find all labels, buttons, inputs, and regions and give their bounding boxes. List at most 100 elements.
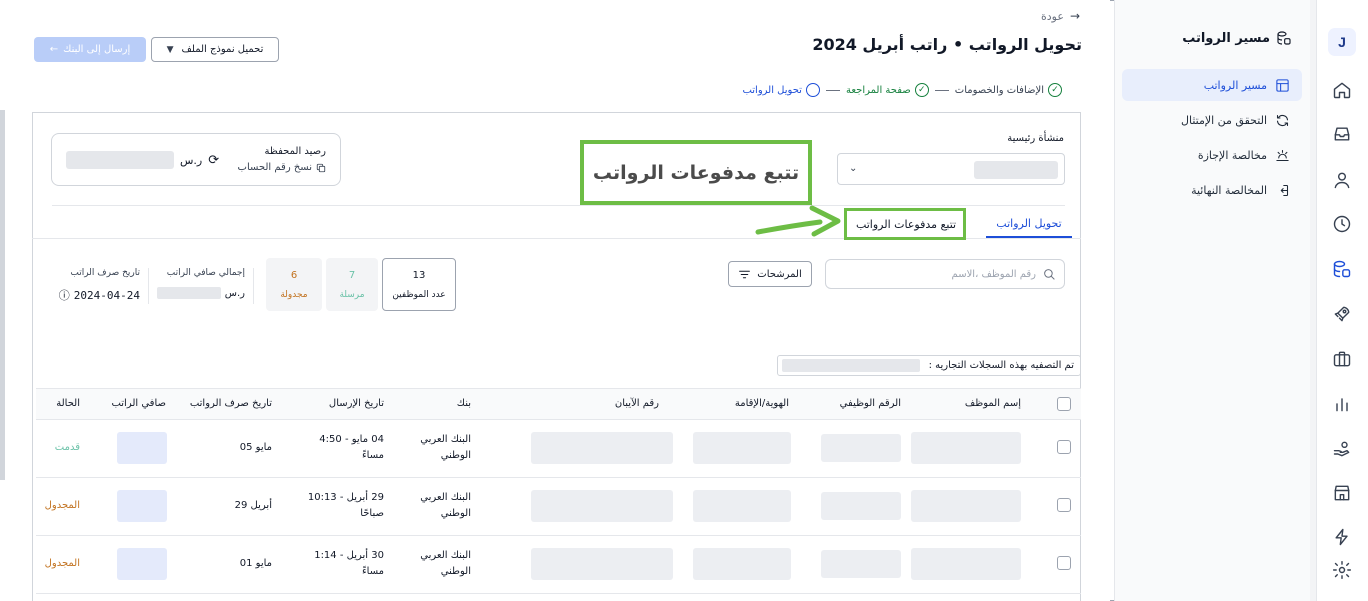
stat-sent[interactable]: 7 مرسلة <box>326 258 378 311</box>
sidebar-title: مسير الرواتب <box>1182 30 1292 46</box>
summary-net-salary: إجمالي صافي الراتب ر.س <box>148 268 254 304</box>
step-review[interactable]: ✓ صفحة المراجعة <box>846 83 929 97</box>
wallet-balance: ⟳ ر.س <box>66 151 219 169</box>
entity-select[interactable]: ⌄ <box>837 153 1065 185</box>
filter-icon <box>739 270 751 278</box>
select-all-checkbox[interactable] <box>1057 397 1071 411</box>
info-icon[interactable]: ⓘ <box>59 287 70 303</box>
row-checkbox[interactable] <box>1057 556 1071 570</box>
sidebar-item-payroll[interactable]: مسير الرواتب <box>1122 69 1302 101</box>
cr-filter-label: تم التصفيه بهذه السجلات التجاريه : <box>928 360 1074 371</box>
redacted-value <box>782 359 920 372</box>
user-icon[interactable] <box>1330 168 1354 192</box>
table-row[interactable]: البنك العربي الوطني 04 مايو - 4:50 مساءً… <box>36 420 1081 478</box>
back-link[interactable]: → عودة <box>1041 9 1080 23</box>
chart-icon[interactable] <box>1330 392 1354 416</box>
status-badge: المجدول <box>44 558 80 569</box>
secondary-sidebar: مسير الرواتب مسير الرواتب التحقق من الإم… <box>1114 0 1310 601</box>
table-header: إسم الموظف الرقم الوظيفي الهوية/الإقامة … <box>36 388 1081 420</box>
sidebar-item-leave-settlement[interactable]: مخالصة الإجازة <box>1122 139 1302 171</box>
send-to-bank-label: إرسال إلى البنك <box>63 44 131 55</box>
callout-arrow <box>755 205 841 237</box>
download-template-button[interactable]: تحميل نموذج الملف ▼ <box>151 37 279 62</box>
bank-cell: البنك العربي الوطني <box>420 490 471 522</box>
wallet-card: رصيد المحفظة نسخ رقم الحساب ⟳ ر.س <box>51 133 341 186</box>
stat-scheduled[interactable]: 6 مجدولة <box>266 258 322 311</box>
summary-net-currency: ر.س <box>224 287 245 299</box>
stat-employees[interactable]: 13 عدد الموظفين <box>382 258 456 311</box>
step-divider <box>934 89 949 91</box>
sidebar-item-label: المخالصة النهائية <box>1191 183 1267 197</box>
payroll-table: إسم الموظف الرقم الوظيفي الهوية/الإقامة … <box>36 388 1081 601</box>
check-circle-icon: ✓ <box>914 83 929 97</box>
send-date-line2: مساءً <box>361 450 384 461</box>
search-input[interactable]: رقم الموظف ،الاسم <box>825 259 1065 289</box>
sidebar-item-label: مسير الرواتب <box>1203 78 1267 92</box>
redacted-value <box>693 432 791 464</box>
bank-cell: البنك العربي الوطني <box>420 432 471 464</box>
summary-net-label: إجمالي صافي الراتب <box>166 268 245 278</box>
app-logo[interactable]: J <box>1328 28 1356 56</box>
payroll-icon <box>1277 31 1291 45</box>
summary-date-label: تاريخ صرف الراتب <box>70 268 140 278</box>
search-icon <box>1044 269 1055 280</box>
stat-employees-label: عدد الموظفين <box>392 289 446 300</box>
redacted-value <box>821 434 901 462</box>
page-title: تحويل الرواتب • راتب أبريل 2024 <box>812 35 1082 54</box>
redacted-value <box>156 287 221 299</box>
callout-label: تتبع مدفوعات الرواتب <box>580 140 812 205</box>
table-row[interactable]: البنك العربي الوطني 29 أبريل - 10:13 صبا… <box>36 478 1081 536</box>
sidebar-item-final-settlement[interactable]: المخالصة النهائية <box>1122 174 1302 206</box>
redacted-value <box>821 550 901 578</box>
step-review-label: صفحة المراجعة <box>845 84 911 96</box>
rocket-icon[interactable] <box>1330 302 1354 326</box>
bolt-icon[interactable] <box>1330 525 1354 549</box>
stepper: ✓ الإضافات والخصومات ✓ صفحة المراجعة تحو… <box>742 83 1062 97</box>
col-send-date: تاريخ الإرسال <box>328 398 384 409</box>
table-row[interactable]: البنك العربي الوطني 30 أبريل - 1:14 مساء… <box>36 536 1081 594</box>
send-date-cell: 29 أبريل - 10:13 صباحًا <box>308 490 384 522</box>
copy-account-link[interactable]: نسخ رقم الحساب <box>238 162 326 173</box>
send-date-cell: 04 مايو - 4:50 مساءً <box>319 432 384 464</box>
redacted-value <box>531 432 673 464</box>
summary-net-value: ر.س <box>156 287 245 299</box>
wallet-label: رصيد المحفظة <box>264 146 326 157</box>
col-net: صافي الراتب <box>111 398 166 409</box>
refresh-icon[interactable]: ⟳ <box>208 153 219 168</box>
redacted-value <box>693 548 791 580</box>
payroll-icon[interactable] <box>1330 257 1354 281</box>
send-date-line2: مساءً <box>361 566 384 577</box>
step-transfer[interactable]: تحويل الرواتب <box>742 83 820 97</box>
clock-icon[interactable] <box>1330 212 1354 236</box>
hand-coin-icon[interactable] <box>1330 437 1354 461</box>
back-label: عودة <box>1041 9 1064 23</box>
chevron-down-icon: ▼ <box>166 44 174 55</box>
check-circle-icon: ✓ <box>1048 83 1062 97</box>
tab-payroll-transfer[interactable]: تحويل الرواتب <box>986 211 1072 238</box>
chevron-down-icon: ⌄ <box>849 163 858 174</box>
filters-button[interactable]: المرشحات <box>728 261 812 287</box>
summary-date-text: 2024-04-24 <box>73 288 140 302</box>
pay-date-cell: مايو 05 <box>239 442 272 453</box>
cr-filter-note: تم التصفيه بهذه السجلات التجاريه : <box>777 355 1081 376</box>
col-id: الهوية/الإقامة <box>734 398 789 409</box>
step-additions[interactable]: ✓ الإضافات والخصومات <box>955 83 1062 97</box>
col-emp-no: الرقم الوظيفي <box>839 398 901 409</box>
inbox-icon[interactable] <box>1330 122 1354 146</box>
sidebar-item-label: مخالصة الإجازة <box>1197 148 1267 162</box>
store-icon[interactable] <box>1330 481 1354 505</box>
summary-date-value: 2024-04-24 ⓘ <box>59 287 140 303</box>
redacted-value <box>117 490 167 522</box>
bank-name-line2: الوطني <box>440 450 471 461</box>
beach-icon <box>1276 149 1289 161</box>
send-to-bank-button[interactable]: إرسال إلى البنك ← <box>34 37 146 62</box>
briefcase-icon[interactable] <box>1330 347 1354 371</box>
send-date-cell: 30 أبريل - 1:14 مساءً <box>314 548 384 580</box>
sidebar-item-compliance[interactable]: التحقق من الإمتثال <box>1122 104 1302 136</box>
stat-scheduled-label: مجدولة <box>280 289 308 300</box>
home-icon[interactable] <box>1330 78 1354 102</box>
row-checkbox[interactable] <box>1057 440 1071 454</box>
redacted-value <box>911 548 1021 580</box>
row-checkbox[interactable] <box>1057 498 1071 512</box>
gear-icon[interactable] <box>1330 558 1354 582</box>
